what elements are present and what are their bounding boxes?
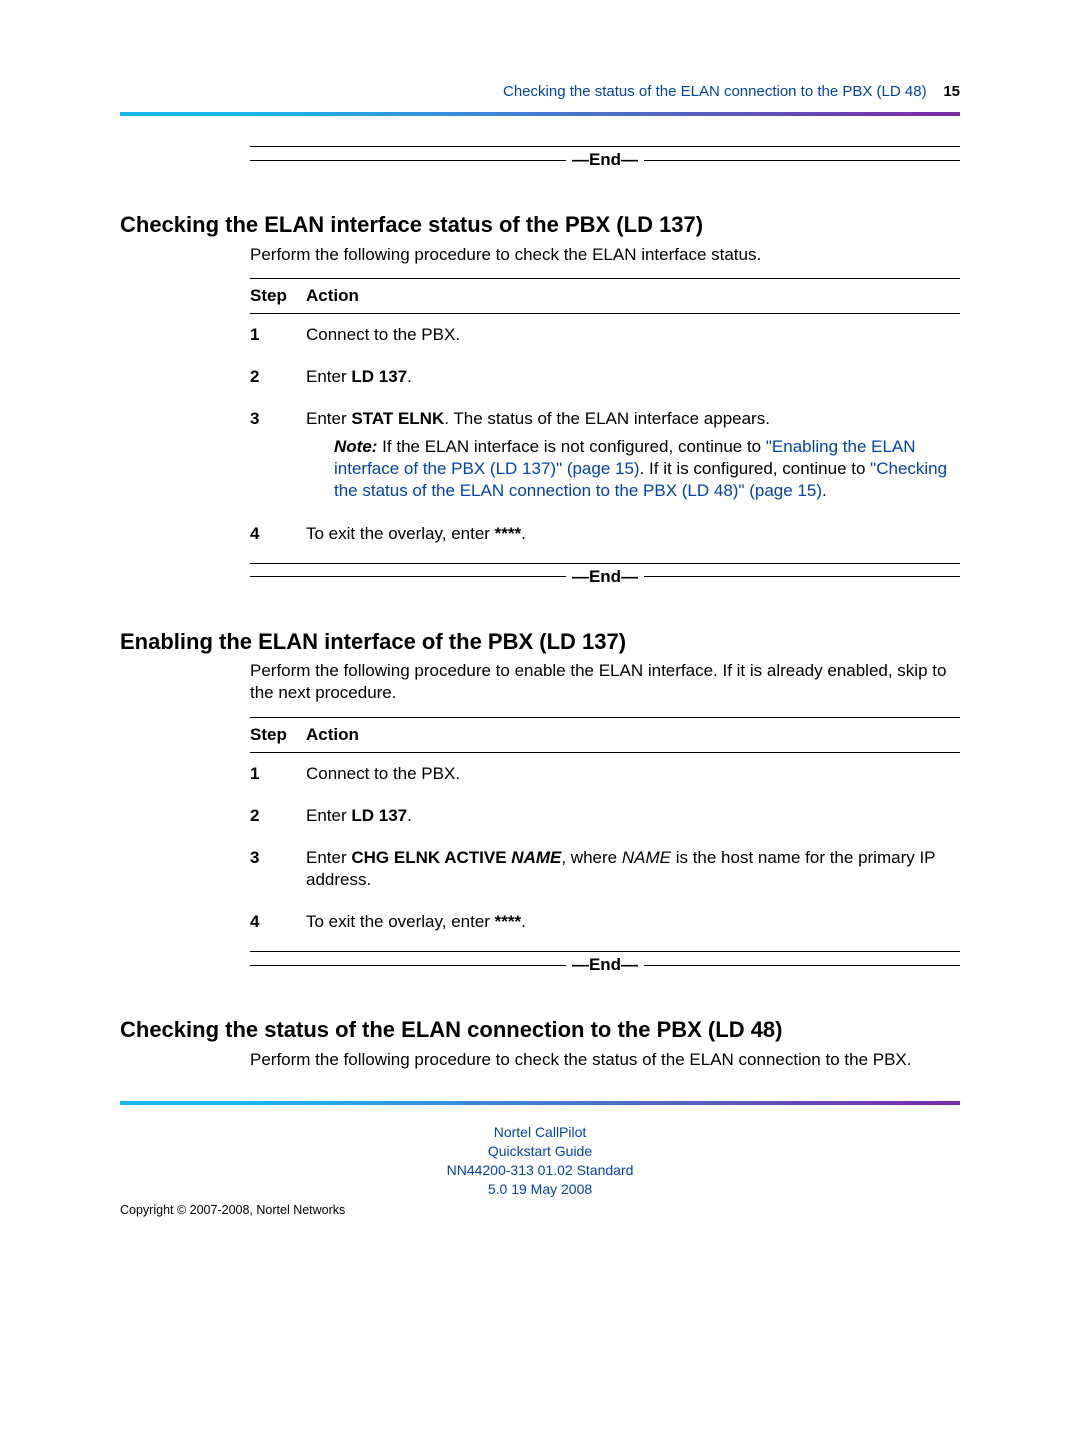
step-number: 3 xyxy=(250,847,306,891)
header-page-number: 15 xyxy=(943,83,960,100)
command: STAT ELNK xyxy=(351,409,444,428)
end-marker-block: —End— xyxy=(250,951,960,976)
divider xyxy=(250,965,566,966)
step-action: To exit the overlay, enter ****. xyxy=(306,523,960,545)
step-action: Enter STAT ELNK. The status of the ELAN … xyxy=(306,408,960,502)
table-row: 3 Enter STAT ELNK. The status of the ELA… xyxy=(250,398,960,512)
section3-body: Perform the following procedure to check… xyxy=(250,1049,960,1071)
table-row: 2 Enter LD 137. xyxy=(250,356,960,398)
copyright: Copyright © 2007-2008, Nortel Networks xyxy=(120,1202,960,1218)
bottom-gradient-rule xyxy=(120,1101,960,1105)
footer-line: Nortel CallPilot xyxy=(120,1123,960,1142)
command: **** xyxy=(495,912,521,931)
table-row: 4 To exit the overlay, enter ****. xyxy=(250,513,960,555)
footer-line: Quickstart Guide xyxy=(120,1142,960,1161)
table-row: 1 Connect to the PBX. xyxy=(250,753,960,795)
section2-body: Perform the following procedure to enabl… xyxy=(250,660,960,976)
step-action: To exit the overlay, enter ****. xyxy=(306,911,960,933)
text: . xyxy=(407,367,412,386)
step-number: 1 xyxy=(250,763,306,785)
table-header: Step Action xyxy=(250,278,960,314)
divider xyxy=(250,563,960,564)
note-label: Note: xyxy=(334,437,377,456)
text: . xyxy=(822,481,827,500)
step-action: Enter CHG ELNK ACTIVE NAME, where NAME i… xyxy=(306,847,960,891)
step-number: 4 xyxy=(250,911,306,933)
text: . The status of the ELAN interface appea… xyxy=(444,409,770,428)
section1-body: Perform the following procedure to check… xyxy=(250,244,960,588)
footer-line: NN44200-313 01.02 Standard xyxy=(120,1161,960,1180)
text: If the ELAN interface is not configured,… xyxy=(377,437,765,456)
text: Enter xyxy=(306,409,351,428)
footer-center: Nortel CallPilot Quickstart Guide NN4420… xyxy=(120,1123,960,1199)
footer-line: 5.0 19 May 2008 xyxy=(120,1180,960,1199)
divider xyxy=(250,951,960,952)
text: . xyxy=(407,806,412,825)
table-row: 4 To exit the overlay, enter ****. xyxy=(250,901,960,943)
table-header: Step Action xyxy=(250,717,960,753)
col-header-action: Action xyxy=(306,724,960,746)
step-action: Connect to the PBX. xyxy=(306,763,960,785)
col-header-step: Step xyxy=(250,285,306,307)
variable: NAME xyxy=(622,848,671,867)
step-action: Enter LD 137. xyxy=(306,366,960,388)
section-heading-check-interface: Checking the ELAN interface status of th… xyxy=(120,211,960,240)
text: Enter xyxy=(306,848,351,867)
running-header: Checking the status of the ELAN connecti… xyxy=(120,80,960,102)
command: CHG ELNK ACTIVE NAME xyxy=(351,848,561,867)
step-number: 2 xyxy=(250,366,306,388)
end-label: —End— xyxy=(566,954,644,976)
table-row: 3 Enter CHG ELNK ACTIVE NAME, where NAME… xyxy=(250,837,960,901)
end-marker-block: —End— xyxy=(250,146,960,171)
top-gradient-rule xyxy=(120,112,960,116)
table-row: 1 Connect to the PBX. xyxy=(250,314,960,356)
step-action: Enter LD 137. xyxy=(306,805,960,827)
command: LD 137 xyxy=(351,367,407,386)
divider xyxy=(250,146,960,147)
note-block: Note: If the ELAN interface is not confi… xyxy=(334,436,960,502)
command: **** xyxy=(495,524,521,543)
header-section-link[interactable]: Checking the status of the ELAN connecti… xyxy=(503,83,927,100)
page-root: Checking the status of the ELAN connecti… xyxy=(0,0,1080,1440)
end-label: —End— xyxy=(566,566,644,588)
text: . xyxy=(521,912,526,931)
command: LD 137 xyxy=(351,806,407,825)
divider xyxy=(250,160,566,161)
text: Enter xyxy=(306,806,351,825)
step-action: Connect to the PBX. xyxy=(306,324,960,346)
text: . If it is configured, continue to xyxy=(640,459,871,478)
divider xyxy=(644,160,960,161)
section1-intro: Perform the following procedure to check… xyxy=(250,244,960,266)
text: To exit the overlay, enter xyxy=(306,524,495,543)
section2-intro: Perform the following procedure to enabl… xyxy=(250,660,960,704)
divider xyxy=(644,965,960,966)
section-heading-enable-interface: Enabling the ELAN interface of the PBX (… xyxy=(120,628,960,657)
step-number: 1 xyxy=(250,324,306,346)
col-header-action: Action xyxy=(306,285,960,307)
divider xyxy=(250,576,566,577)
step-number: 3 xyxy=(250,408,306,502)
section3-intro: Perform the following procedure to check… xyxy=(250,1049,960,1071)
col-header-step: Step xyxy=(250,724,306,746)
end-marker-block: —End— xyxy=(250,563,960,588)
step-number: 2 xyxy=(250,805,306,827)
section-heading-check-connection: Checking the status of the ELAN connecti… xyxy=(120,1016,960,1045)
text: . xyxy=(521,524,526,543)
end-label: —End— xyxy=(566,149,644,171)
text: , where xyxy=(561,848,621,867)
text: To exit the overlay, enter xyxy=(306,912,495,931)
variable: NAME xyxy=(511,848,561,867)
text: Enter xyxy=(306,367,351,386)
step-number: 4 xyxy=(250,523,306,545)
table-row: 2 Enter LD 137. xyxy=(250,795,960,837)
divider xyxy=(644,576,960,577)
